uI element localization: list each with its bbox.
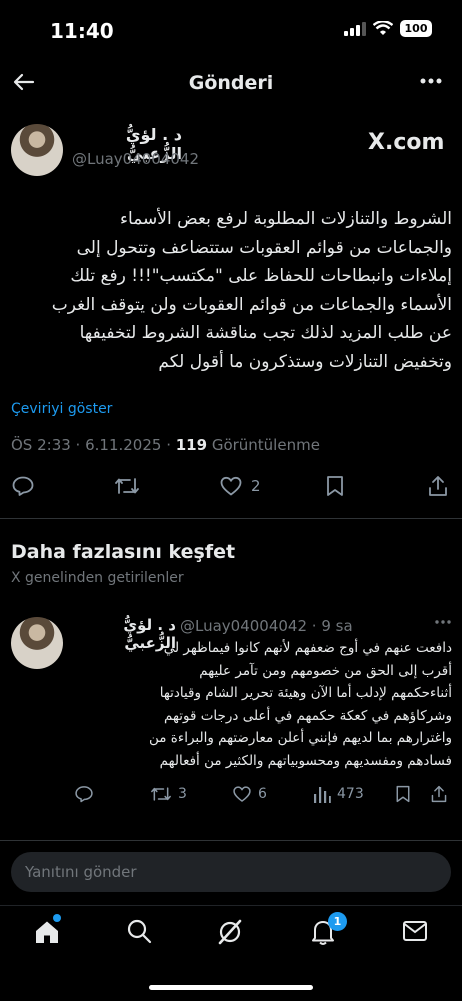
reply-like-count: 6: [258, 786, 267, 802]
bookmark-icon: [327, 476, 343, 496]
brand-label: X.com: [368, 130, 445, 155]
share-action[interactable]: [427, 474, 449, 498]
post-timestamp: ÖS 2:33 · 6.11.2025 ·: [11, 436, 176, 454]
comment-icon: [12, 476, 34, 496]
retweet-action[interactable]: [114, 474, 140, 498]
reply-comment-action[interactable]: [74, 784, 94, 804]
post-text: الشروط والتنازلات المطلوبة لرفع بعض الأس…: [8, 205, 452, 376]
post-text-line: الشروط والتنازلات المطلوبة لرفع بعض الأس…: [120, 209, 452, 229]
battery-indicator: 100: [400, 20, 432, 37]
search-icon: [127, 919, 152, 944]
reply-more-options-button[interactable]: [435, 620, 451, 624]
tab-notifications[interactable]: 1: [310, 912, 347, 946]
tab-home[interactable]: [33, 914, 61, 946]
heart-icon: [220, 476, 242, 496]
retweet-icon: [115, 478, 139, 494]
analytics-icon: [314, 787, 331, 803]
home-indicator: [149, 985, 313, 990]
reply-views-action[interactable]: 473: [313, 784, 364, 804]
reply-views-count: 473: [337, 786, 364, 802]
reply-share-action[interactable]: [430, 784, 448, 804]
divider: [0, 518, 462, 519]
views-count: 119: [175, 436, 208, 454]
post-text-line: الأسماء والجماعات من قوائم العقوبات ولن …: [51, 294, 452, 315]
reply-text-line: أثناءحكمهم لإدلب أما الآن وهيئة تحرير ال…: [159, 685, 452, 702]
home-icon: [36, 921, 58, 943]
post-text-line: عن طلب المزيد لذلك تجب مناقشة الشروط لتخ…: [79, 323, 452, 343]
page-title: Gönderi: [188, 72, 274, 94]
wifi-icon: [373, 21, 393, 35]
home-notification-dot: [53, 914, 61, 922]
post-text-line: وتخفيض التنازلات وستذكرون ما أقول لكم: [158, 351, 452, 372]
reply-retweet-count: 3: [178, 786, 187, 802]
reply-like-action[interactable]: 6: [232, 784, 267, 804]
post-text-line: إملاءات وانبطاحات للحفاظ على "مكتسب"!!! …: [70, 266, 452, 286]
retweet-icon: [151, 787, 171, 801]
bookmark-icon: [396, 785, 410, 803]
reply-action[interactable]: [11, 474, 35, 498]
reply-input-placeholder: Yanıtını gönder: [25, 863, 137, 881]
more-options-button[interactable]: [420, 78, 442, 84]
bookmark-action[interactable]: [324, 474, 346, 498]
reply-retweet-action[interactable]: 3: [150, 784, 187, 804]
reply-text-line: واغترارهم بما لديهم فإنني أعلن معارضتهم …: [148, 730, 452, 747]
divider: [0, 840, 462, 841]
discover-subtitle: X genelinden getirilenler: [11, 570, 184, 586]
grok-icon: [218, 919, 242, 945]
notifications-badge: 1: [328, 912, 347, 931]
comment-icon: [75, 786, 93, 803]
author-avatar[interactable]: [11, 124, 63, 176]
reply-bookmark-action[interactable]: [394, 784, 412, 804]
show-translation-link[interactable]: Çeviriyi göster: [11, 401, 112, 417]
reply-handle-time[interactable]: @Luay04004042 · 9 sa: [180, 617, 353, 635]
post-text-line: والجماعات من قوائم العقوبات ستتضاعف وتتح…: [76, 237, 452, 258]
tab-search[interactable]: [126, 918, 152, 944]
signal-icon: [344, 21, 366, 36]
more-icon: [435, 620, 451, 624]
like-count: 2: [251, 477, 261, 495]
reply-text-line: وشركاؤهم في كعكة حكمهم في أعلى درجات قوت…: [164, 707, 452, 724]
discover-title: Daha fazlasını keşfet: [11, 541, 236, 563]
share-icon: [429, 476, 447, 496]
status-icons: 100: [344, 20, 432, 37]
views-label: Görüntülenme: [207, 436, 320, 454]
reply-text-line: أقرب إلى الحق من خصومهم ومن تآمر عليهم: [199, 662, 452, 679]
tab-grok[interactable]: [216, 918, 244, 946]
reply-text: دافعت عنهم في أوج ضعفهم لأنهم كانوا فيما…: [72, 637, 452, 773]
post-meta: ÖS 2:33 · 6.11.2025 · 119 Görüntülenme: [11, 436, 320, 454]
reply-text-line: فسادهم ومفسديهم ومحسوبياتهم والكثير من أ…: [159, 752, 452, 769]
tab-messages[interactable]: [402, 920, 428, 942]
reply-input[interactable]: Yanıtını gönder: [11, 852, 451, 892]
mail-icon: [403, 921, 427, 941]
like-action[interactable]: 2: [219, 474, 261, 498]
heart-icon: [233, 786, 251, 802]
reply-text-line: دافعت عنهم في أوج ضعفهم لأنهم كانوا فيما…: [163, 640, 452, 656]
status-time: 11:40: [50, 19, 114, 43]
more-icon: [420, 78, 442, 84]
reply-author-avatar[interactable]: [11, 617, 63, 669]
author-handle[interactable]: @Luay04004042: [72, 150, 199, 168]
share-icon: [431, 785, 447, 803]
